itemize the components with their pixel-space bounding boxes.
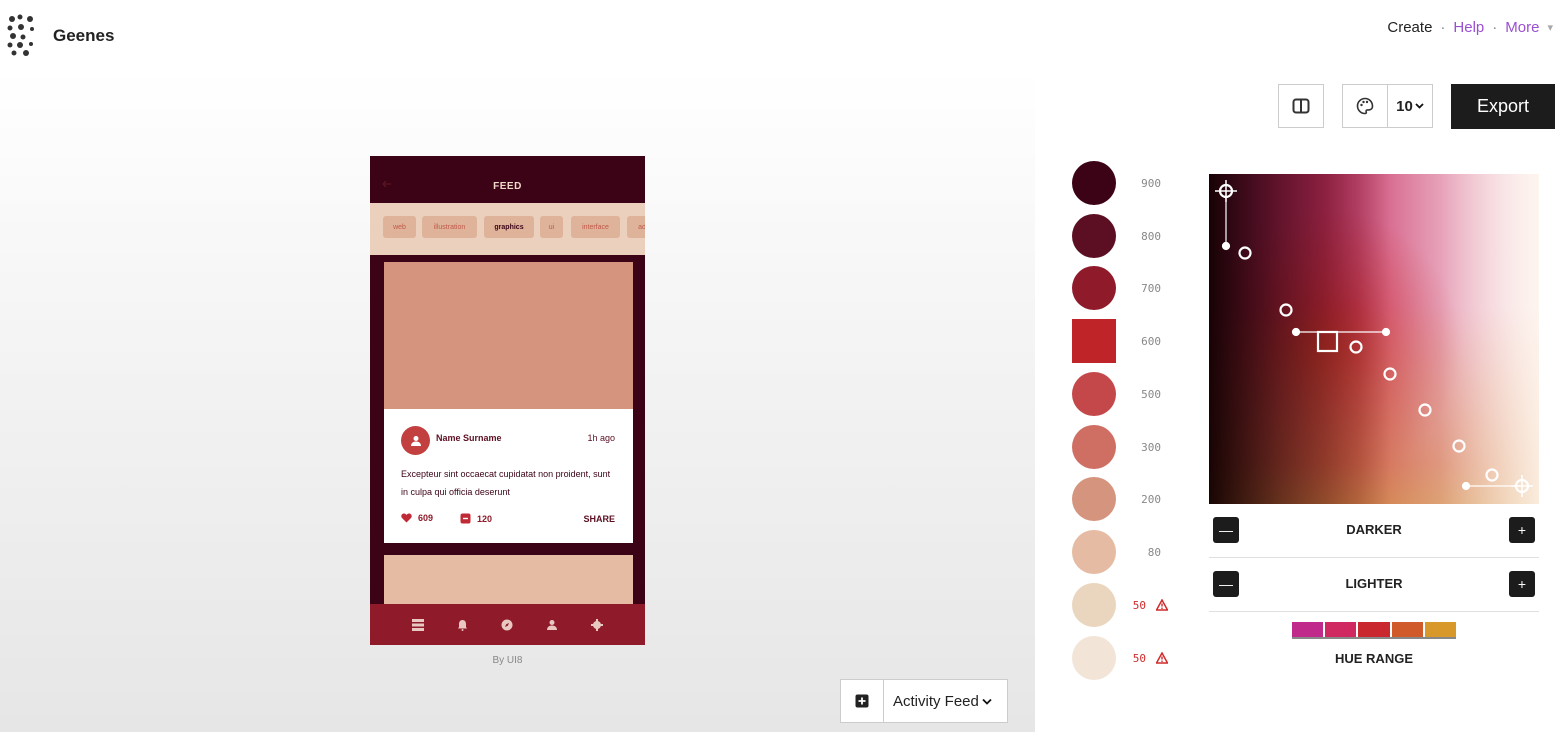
- swatch-600-selected[interactable]: [1072, 319, 1116, 363]
- hue-segment[interactable]: [1358, 622, 1390, 637]
- curve-handles[interactable]: [1209, 174, 1539, 504]
- chevron-down-icon: [982, 698, 992, 705]
- nav-create[interactable]: Create: [1387, 19, 1432, 36]
- swatch-900[interactable]: [1072, 161, 1116, 205]
- post-image: [384, 262, 633, 409]
- lighter-plus-button[interactable]: +: [1509, 571, 1535, 597]
- share-button[interactable]: SHARE: [583, 514, 615, 524]
- swatch-label: 300: [1141, 441, 1161, 454]
- swatch-50[interactable]: [1072, 636, 1116, 680]
- post-time: 1h ago: [587, 433, 615, 443]
- palette-count-value: 10: [1396, 97, 1413, 115]
- hue-segment[interactable]: [1325, 622, 1357, 637]
- tag-chip[interactable]: illustration: [422, 216, 477, 238]
- dots-logo-icon[interactable]: [6, 14, 38, 56]
- comment-count: 120: [477, 513, 493, 524]
- warning-icon[interactable]: [1156, 652, 1168, 664]
- post-author[interactable]: Name Surname: [436, 433, 502, 443]
- nav-help[interactable]: Help: [1453, 19, 1484, 36]
- phone-preview: FEED web illustration graphics ui interf…: [370, 156, 645, 645]
- tag-bar: web illustration graphics ui interface a…: [370, 203, 645, 255]
- warning-icon[interactable]: [1156, 599, 1168, 611]
- swatch-label: 200: [1141, 493, 1161, 506]
- template-select-value: Activity Feed: [893, 692, 979, 710]
- darker-plus-button[interactable]: +: [1509, 517, 1535, 543]
- darker-label: DARKER: [1346, 522, 1402, 537]
- hue-range-label: HUE RANGE: [1334, 651, 1413, 666]
- swatch-500[interactable]: [1072, 372, 1116, 416]
- split-view-button[interactable]: [1278, 84, 1324, 128]
- swatch-label: 700: [1141, 282, 1161, 295]
- comment-button[interactable]: 120: [460, 513, 492, 524]
- color-curve-picker[interactable]: [1209, 174, 1539, 504]
- tag-chip[interactable]: ad: [627, 216, 645, 238]
- tag-chip-active[interactable]: graphics: [484, 216, 534, 238]
- feed-header: FEED: [370, 156, 645, 203]
- split-view-icon: [1292, 98, 1310, 114]
- chevron-down-icon[interactable]: ▾: [1547, 21, 1553, 34]
- swatch-50[interactable]: [1072, 583, 1116, 627]
- hue-segment[interactable]: [1292, 622, 1324, 637]
- like-button[interactable]: 609: [401, 513, 433, 523]
- palette-icon: [1356, 97, 1374, 115]
- palette-button[interactable]: [1342, 84, 1388, 128]
- lighter-row: — LIGHTER +: [1209, 558, 1539, 612]
- comment-icon: [460, 513, 471, 524]
- top-bar: Geenes Create · Help · More ▾: [0, 0, 1565, 70]
- nav-separator: ·: [1440, 19, 1446, 36]
- post-text: Excepteur sint occaecat cupidatat non pr…: [401, 469, 611, 497]
- like-count: 609: [418, 513, 434, 523]
- app-name: Geenes: [53, 26, 115, 45]
- heart-icon: [401, 513, 412, 523]
- template-select[interactable]: Activity Feed: [884, 679, 1008, 723]
- tag-chip[interactable]: ui: [540, 216, 563, 238]
- bell-icon[interactable]: [457, 619, 468, 631]
- palette-count-select[interactable]: 10: [1387, 84, 1433, 128]
- top-nav: Create · Help · More ▾: [1387, 19, 1553, 36]
- lighter-label: LIGHTER: [1345, 576, 1403, 591]
- swatch-700[interactable]: [1072, 266, 1116, 310]
- swatch-label: 500: [1141, 388, 1161, 401]
- avatar[interactable]: [401, 426, 430, 455]
- template-credit: By UI8: [492, 655, 523, 666]
- settings-icon[interactable]: [591, 618, 604, 631]
- swatch-200[interactable]: [1072, 477, 1116, 521]
- swatch-label: 800: [1141, 230, 1161, 243]
- add-template-button[interactable]: [840, 679, 884, 723]
- feed-title: FEED: [493, 181, 522, 192]
- swatch-label: 900: [1141, 177, 1161, 190]
- swatch-label-warning: 50: [1132, 599, 1146, 612]
- nav-separator: ·: [1492, 19, 1498, 36]
- tag-chip[interactable]: interface: [571, 216, 620, 238]
- hue-segment[interactable]: [1424, 622, 1457, 637]
- bottom-nav: [370, 604, 645, 645]
- user-icon[interactable]: [546, 619, 558, 631]
- plus-square-icon: [855, 694, 869, 708]
- swatch-800[interactable]: [1072, 214, 1116, 258]
- swatch-label-warning: 50: [1132, 652, 1146, 665]
- chevron-down-icon: [1415, 103, 1424, 109]
- nav-more[interactable]: More: [1505, 19, 1539, 36]
- export-button[interactable]: Export: [1451, 84, 1555, 129]
- swatch-80[interactable]: [1072, 530, 1116, 574]
- post-card: Name Surname 1h ago Excepteur sint occae…: [384, 409, 633, 543]
- compass-icon[interactable]: [501, 619, 513, 631]
- swatch-label: 600: [1141, 335, 1161, 348]
- darker-row: — DARKER +: [1209, 504, 1539, 558]
- swatch-300[interactable]: [1072, 425, 1116, 469]
- list-icon[interactable]: [411, 618, 424, 631]
- user-icon: [410, 435, 421, 446]
- hue-range-bar[interactable]: [1292, 622, 1457, 639]
- swatch-label: 80: [1147, 546, 1161, 559]
- tag-chip[interactable]: web: [383, 216, 416, 238]
- hue-segment[interactable]: [1391, 622, 1423, 637]
